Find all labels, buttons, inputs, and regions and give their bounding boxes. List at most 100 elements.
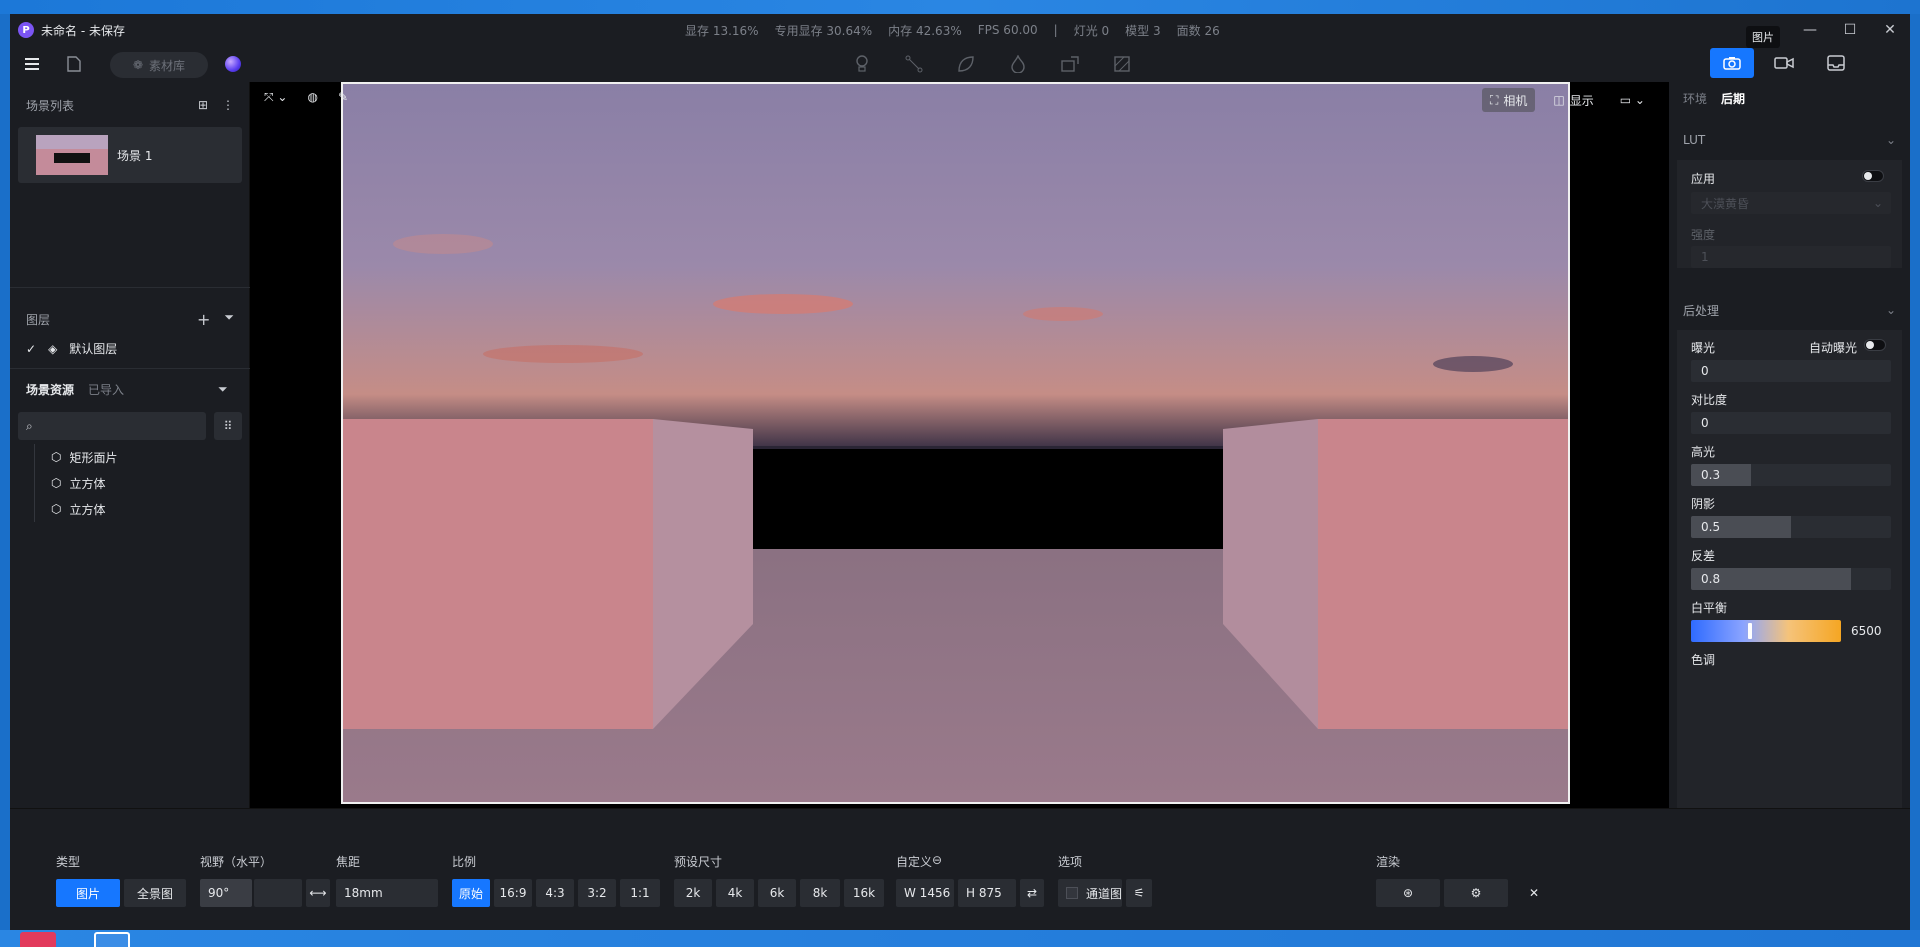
preset-6k-button[interactable]: 6k bbox=[758, 879, 796, 907]
stat-faces: 面数 26 bbox=[1176, 23, 1220, 38]
tree-item[interactable]: ⬡ 立方体 bbox=[35, 470, 118, 496]
asset-search[interactable]: ⌕ bbox=[18, 412, 206, 440]
filter-icon[interactable]: ⏷ bbox=[218, 382, 228, 397]
3d-viewport[interactable]: ⤧ ⌄ ◍ ✎ ⛶ 相机 ◫ 显示 ▭ ⌄ bbox=[250, 82, 1669, 808]
shadow-slider[interactable]: 0.5 bbox=[1691, 516, 1891, 538]
link-icon[interactable]: ⊖ bbox=[932, 853, 942, 867]
file-icon[interactable] bbox=[64, 54, 84, 74]
display-button[interactable]: ◫ 显示 bbox=[1545, 88, 1601, 112]
fov-slider[interactable] bbox=[254, 879, 302, 907]
lut-box: 应用 大漠黄昏 ⌄ 强度 1 bbox=[1677, 160, 1902, 268]
ratio-original-button[interactable]: 原始 bbox=[452, 879, 490, 907]
maximize-icon[interactable]: ☐ bbox=[1830, 14, 1870, 46]
layer-item-default[interactable]: ✓ ◈ 默认图层 bbox=[26, 340, 117, 357]
inbox-icon bbox=[1827, 55, 1845, 71]
aperture-icon[interactable]: ⊛ bbox=[1376, 879, 1440, 907]
ratio-3-2-button[interactable]: 3:2 bbox=[578, 879, 616, 907]
scene-item[interactable]: 场景 1 bbox=[18, 127, 242, 183]
export-icon[interactable] bbox=[1060, 54, 1080, 74]
video-mode-button[interactable] bbox=[1762, 48, 1806, 78]
camera-view-button[interactable]: ⛶ 相机 bbox=[1482, 88, 1536, 112]
white-balance-slider[interactable] bbox=[1691, 620, 1841, 642]
camera-mode-button[interactable] bbox=[1710, 48, 1754, 78]
stat-fps: FPS 60.00 bbox=[977, 23, 1038, 37]
add-layer-icon[interactable]: + bbox=[197, 310, 210, 329]
asset-library-button[interactable]: ❁ 素材库 bbox=[110, 52, 208, 78]
settings-sliders-icon[interactable]: ⚟ bbox=[1126, 879, 1152, 907]
tab-scene-assets[interactable]: 场景资源 bbox=[26, 381, 74, 398]
grid-view-icon[interactable]: ⠿ bbox=[214, 412, 242, 440]
diff-slider[interactable]: 0.8 bbox=[1691, 568, 1891, 590]
lut-preset-select[interactable]: 大漠黄昏 ⌄ bbox=[1691, 192, 1891, 214]
type-panorama-button[interactable]: 全景图 bbox=[124, 879, 186, 907]
path-icon[interactable] bbox=[904, 54, 924, 74]
fov-link-icon[interactable]: ⟷ bbox=[306, 879, 330, 907]
cube-icon: ⬡ bbox=[51, 502, 62, 516]
transform-icon[interactable]: ⤧ ⌄ bbox=[264, 90, 287, 105]
tree-item[interactable]: ⬡ 矩形面片 bbox=[35, 444, 118, 470]
section-icon[interactable] bbox=[1112, 54, 1132, 74]
material-orb-icon[interactable] bbox=[225, 56, 241, 72]
ratio-4-3-button[interactable]: 4:3 bbox=[536, 879, 574, 907]
exposure-input[interactable]: 0 bbox=[1691, 360, 1891, 382]
search-icon: ⌕ bbox=[26, 418, 33, 433]
gallery-mode-button[interactable] bbox=[1814, 48, 1858, 78]
minimize-icon[interactable]: — bbox=[1790, 14, 1830, 46]
fire-icon[interactable] bbox=[1008, 54, 1028, 74]
highlight-slider[interactable]: 0.3 bbox=[1691, 464, 1891, 486]
camera-settings-panel: 类型 图片 全景图 视野（水平） 90° ⟷ 焦距 18mm 比例 原始 16:… bbox=[10, 808, 1910, 930]
leaf-icon[interactable] bbox=[956, 54, 976, 74]
close-icon[interactable]: ✕ bbox=[1870, 14, 1910, 46]
tab-post[interactable]: 后期 bbox=[1721, 90, 1745, 107]
menu-icon[interactable] bbox=[22, 54, 42, 74]
render-settings-icon[interactable]: ⚙ bbox=[1444, 879, 1508, 907]
add-scene-icon[interactable]: ⊞ bbox=[198, 98, 208, 112]
preset-2k-button[interactable]: 2k bbox=[674, 879, 712, 907]
channel-checkbox[interactable]: 通道图 bbox=[1058, 879, 1122, 907]
more-icon[interactable]: ⋮ bbox=[222, 98, 234, 112]
ratio-1-1-button[interactable]: 1:1 bbox=[620, 879, 660, 907]
close-panel-icon[interactable]: ✕ bbox=[1512, 879, 1556, 907]
globe-icon[interactable]: ◍ bbox=[307, 90, 317, 105]
swap-icon[interactable]: ⇄ bbox=[1020, 879, 1044, 907]
lut-section-header[interactable]: LUT ⌄ bbox=[1669, 122, 1910, 158]
render-mode-buttons bbox=[1710, 48, 1858, 78]
monitor-icon: ▭ ⌄ bbox=[1619, 93, 1645, 107]
preset-16k-button[interactable]: 16k bbox=[844, 879, 884, 907]
checkbox[interactable] bbox=[1066, 887, 1078, 899]
camera-frame-icon: ⛶ bbox=[1490, 92, 1499, 107]
cube-icon: ⬡ bbox=[51, 476, 62, 490]
view-options-button[interactable]: ▭ ⌄ bbox=[1612, 88, 1653, 112]
search-input[interactable] bbox=[38, 418, 189, 434]
taskbar-app-icon[interactable] bbox=[20, 932, 56, 947]
width-input[interactable]: W 1456 bbox=[896, 879, 954, 907]
post-section-header[interactable]: 后处理 ⌄ bbox=[1669, 292, 1910, 328]
ratio-16-9-button[interactable]: 16:9 bbox=[494, 879, 532, 907]
tone-label: 色调 bbox=[1691, 653, 1716, 667]
preset-8k-button[interactable]: 8k bbox=[800, 879, 840, 907]
collapse-icon[interactable]: ⏷ bbox=[224, 310, 234, 329]
tree-item[interactable]: ⬡ 立方体 bbox=[35, 496, 118, 522]
tab-environment[interactable]: 环境 bbox=[1683, 90, 1707, 107]
brush-icon[interactable]: ✎ bbox=[338, 90, 348, 105]
tab-imported[interactable]: 已导入 bbox=[88, 381, 124, 398]
taskbar-app-icon[interactable] bbox=[94, 932, 130, 947]
fov-input[interactable]: 90° bbox=[200, 879, 252, 907]
type-image-button[interactable]: 图片 bbox=[56, 879, 120, 907]
height-input[interactable]: H 875 bbox=[958, 879, 1016, 907]
focal-input[interactable]: 18mm bbox=[336, 879, 438, 907]
intensity-input[interactable]: 1 bbox=[1691, 246, 1891, 268]
contrast-input[interactable]: 0 bbox=[1691, 412, 1891, 434]
slider-knob[interactable] bbox=[1748, 623, 1752, 639]
stat-models: 模型 3 bbox=[1125, 23, 1161, 38]
lut-apply-toggle[interactable] bbox=[1862, 170, 1884, 182]
window-title: 未命名 - 未保存 bbox=[41, 23, 125, 38]
auto-exposure-toggle[interactable] bbox=[1864, 339, 1886, 351]
preset-4k-button[interactable]: 4k bbox=[716, 879, 754, 907]
light-bulb-icon[interactable] bbox=[852, 54, 872, 74]
divider bbox=[10, 368, 250, 369]
scene-render bbox=[343, 84, 1568, 802]
app-logo-icon: P bbox=[18, 22, 34, 38]
render-label: 渲染 bbox=[1376, 855, 1401, 869]
check-icon[interactable]: ✓ bbox=[26, 342, 36, 356]
